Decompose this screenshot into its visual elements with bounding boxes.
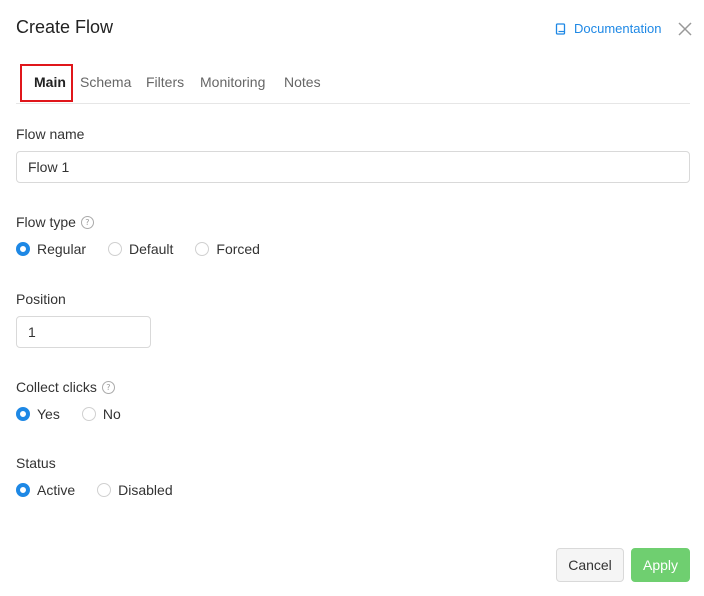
flow-type-radio-group: Regular Default Forced [16, 241, 282, 257]
radio-label: No [102, 406, 121, 422]
tab-monitoring[interactable]: Monitoring [200, 74, 265, 90]
radio-default[interactable]: Default [108, 241, 173, 257]
radio-active[interactable]: Active [16, 482, 75, 498]
status-label-text: Status [16, 455, 56, 471]
status-radio-group: Active Disabled [16, 482, 195, 498]
radio-regular[interactable]: Regular [16, 241, 86, 257]
radio-label: Disabled [118, 482, 173, 498]
position-label-text: Position [16, 291, 66, 307]
radio-label: Forced [216, 241, 260, 257]
documentation-label: Documentation [574, 21, 662, 36]
tab-schema[interactable]: Schema [80, 74, 131, 90]
flow-name-input[interactable] [16, 151, 690, 183]
radio-label: Default [129, 241, 174, 257]
radio-disabled[interactable]: Disabled [97, 482, 173, 498]
radio-dot-icon [16, 407, 30, 421]
apply-button[interactable]: Apply [631, 548, 690, 582]
help-icon[interactable]: ? [80, 215, 94, 229]
radio-label: Regular [37, 241, 87, 257]
radio-yes[interactable]: Yes [16, 406, 60, 422]
flow-type-label: Flow type ? [16, 214, 94, 230]
radio-dot-icon [16, 483, 30, 497]
documentation-link[interactable]: Documentation [555, 21, 661, 36]
radio-dot-icon [108, 242, 123, 256]
collect-clicks-label: Collect clicks ? [16, 379, 115, 395]
radio-label: Active [37, 482, 76, 498]
tab-bar: Main Schema Filters Monitoring Notes [16, 64, 690, 104]
radio-dot-icon [16, 242, 30, 256]
dialog-title: Create Flow [16, 17, 114, 37]
radio-label: Yes [37, 406, 60, 422]
collect-clicks-label-text: Collect clicks [16, 379, 97, 395]
position-input[interactable] [16, 316, 151, 348]
collect-clicks-radio-group: Yes No [16, 406, 143, 422]
help-icon[interactable]: ? [101, 380, 115, 394]
status-label: Status [16, 455, 56, 471]
radio-dot-icon [81, 407, 96, 421]
cancel-button[interactable]: Cancel [556, 548, 624, 582]
position-label: Position [16, 291, 66, 307]
flow-type-label-text: Flow type [16, 214, 76, 230]
book-icon [555, 22, 566, 35]
tab-filters[interactable]: Filters [146, 74, 184, 90]
radio-dot-icon [97, 483, 112, 497]
tab-notes[interactable]: Notes [284, 74, 321, 90]
close-icon[interactable] [678, 22, 692, 36]
radio-forced[interactable]: Forced [195, 241, 260, 257]
radio-dot-icon [195, 242, 210, 256]
tab-main[interactable]: Main [34, 74, 66, 90]
flow-name-label-text: Flow name [16, 126, 85, 142]
radio-no[interactable]: No [81, 406, 121, 422]
flow-name-label: Flow name [16, 126, 84, 142]
